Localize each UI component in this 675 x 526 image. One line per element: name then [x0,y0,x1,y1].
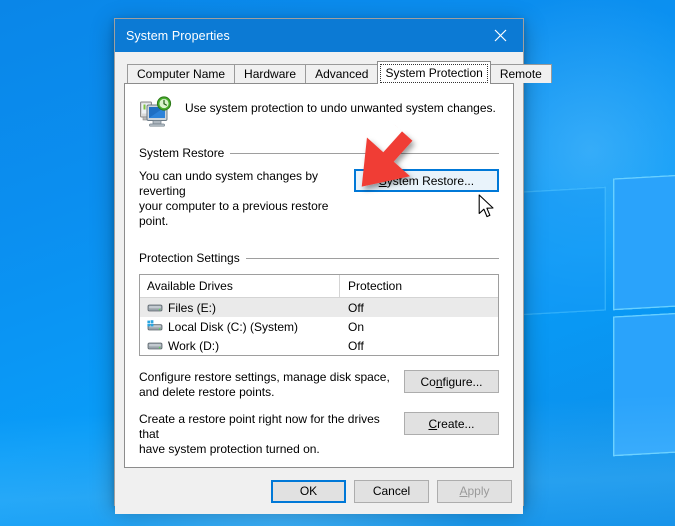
protection-settings-group-header: Protection Settings [139,251,499,265]
drive-cell: Work (D:) [140,339,340,353]
system-restore-group-label: System Restore [139,146,225,160]
create-description-line2: have system protection turned on. [139,442,320,456]
window-title: System Properties [126,28,230,43]
table-row[interactable]: Files (E:) Off [140,298,498,317]
tab-header: Use system protection to undo unwanted s… [139,96,499,128]
table-row[interactable]: Work (D:) Off [140,336,498,355]
apply-button-label: Apply [459,484,490,498]
system-restore-button[interactable]: System Restore... [353,169,499,192]
ok-button[interactable]: OK [271,479,346,503]
apply-button: Apply [437,479,512,503]
system-restore-description: You can undo system changes by reverting… [139,169,344,229]
tab-system-protection[interactable]: System Protection [377,61,491,84]
group-divider [245,257,499,259]
create-button[interactable]: Create... [404,412,499,435]
create-description-line1: Create a restore point right now for the… [139,412,380,441]
system-drive-icon [147,320,163,331]
title-bar: System Properties [115,19,523,52]
column-header-available-drives[interactable]: Available Drives [140,275,340,297]
create-button-label: Create... [428,416,475,431]
drive-name: Local Disk (C:) (System) [168,319,299,334]
table-row[interactable]: Local Disk (C:) (System) On [140,317,498,336]
drive-name: Work (D:) [168,338,220,353]
system-restore-group-header: System Restore [139,146,499,160]
protection-status: On [348,319,365,334]
drive-name: Files (E:) [168,300,216,315]
system-restore-description-line1: You can undo system changes by reverting [139,169,319,198]
create-row: Create a restore point right now for the… [139,412,499,457]
drive-cell: Files (E:) [140,301,340,315]
wallpaper-window-pane [613,171,675,311]
create-description: Create a restore point right now for the… [139,412,394,457]
protection-settings-group-label: Protection Settings [139,251,240,265]
protection-status: Off [348,338,364,353]
configure-description-line1: Configure restore settings, manage disk … [139,370,390,384]
system-protection-icon [140,96,172,127]
dialog-client-area: Computer Name Hardware Advanced System P… [115,52,552,468]
tab-computer-name[interactable]: Computer Name [127,64,236,83]
tab-advanced[interactable]: Advanced [305,64,379,83]
group-divider [230,152,499,154]
configure-description: Configure restore settings, manage disk … [139,370,390,400]
tab-hardware[interactable]: Hardware [234,64,307,83]
hard-drive-icon [147,304,163,312]
configure-button-label: Configure... [420,374,483,389]
tab-remote[interactable]: Remote [489,64,552,83]
configure-button[interactable]: Configure... [404,370,499,393]
drives-list-header: Available Drives Protection [140,275,498,298]
available-drives-list[interactable]: Available Drives Protection Files (E:) O… [139,274,499,356]
tab-strip: Computer Name Hardware Advanced System P… [124,61,552,84]
system-protection-tab-page: Use system protection to undo unwanted s… [124,83,514,468]
protection-status: Off [348,300,364,315]
cancel-button[interactable]: Cancel [354,479,429,503]
system-properties-dialog: System Properties Computer Name Hardware… [114,18,552,514]
tab-system-protection-label: System Protection [385,66,483,80]
tab-header-text: Use system protection to undo unwanted s… [185,101,496,115]
column-header-protection[interactable]: Protection [340,279,402,293]
drive-cell: Local Disk (C:) (System) [140,320,340,334]
configure-description-line2: and delete restore points. [139,385,275,399]
system-restore-description-line2: your computer to a previous restore poin… [139,199,329,228]
system-restore-button-label: System Restore... [378,173,475,188]
dialog-footer: OK Cancel Apply [115,468,523,514]
close-icon [494,29,507,42]
close-button[interactable] [478,19,523,52]
system-restore-row: You can undo system changes by reverting… [139,169,499,229]
hard-drive-icon [147,342,163,350]
configure-row: Configure restore settings, manage disk … [139,370,499,400]
